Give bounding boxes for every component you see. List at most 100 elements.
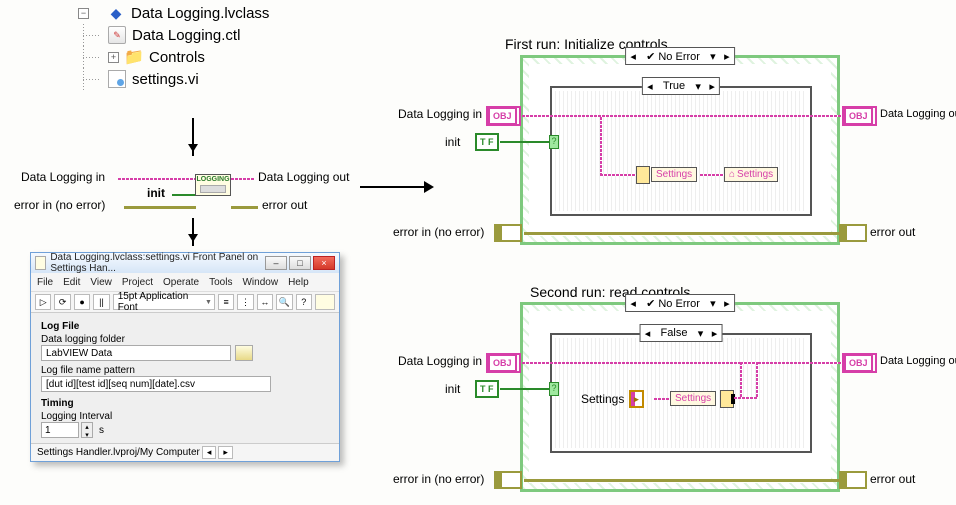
tree-item-ctl[interactable]: ✎ Data Logging.ctl <box>78 24 269 46</box>
selector-right-icon[interactable]: ▾ <box>706 297 720 310</box>
bd2-label-err-in: error in (no error) <box>393 472 484 486</box>
selector-right-icon[interactable]: ▾ <box>693 327 707 340</box>
selector-left-icon[interactable]: ◂ <box>643 80 657 93</box>
wire-icon <box>524 479 839 482</box>
font-selector[interactable]: 15pt Application Font <box>113 294 215 310</box>
ctl-icon: ✎ <box>108 26 126 44</box>
label-error-out: error out <box>262 198 307 212</box>
bd2-terminal-init[interactable]: T F <box>475 380 499 398</box>
selector-right-icon[interactable]: ▾ <box>691 80 705 93</box>
bd2-label-in-obj: Data Logging in <box>398 354 482 368</box>
vi-icon-button[interactable] <box>315 294 335 310</box>
align-button[interactable]: ≡ <box>218 294 234 310</box>
menu-tools[interactable]: Tools <box>209 277 232 288</box>
bd1-outer-selector[interactable]: ◂ ✔ No Error ▾ ▸ <box>625 47 735 65</box>
obj-border-icon <box>486 106 521 126</box>
wire-icon <box>654 398 670 400</box>
bd1-terminal-init[interactable]: T F <box>475 133 499 151</box>
menu-project[interactable]: Project <box>122 277 153 288</box>
statusbar: Settings Handler.lvproj/My Computer ◂ ▸ <box>31 443 339 461</box>
folder-path-field[interactable]: LabVIEW Data <box>41 345 231 361</box>
bd2-label-err-out: error out <box>870 472 915 486</box>
help-button[interactable]: ? <box>296 294 312 310</box>
wire-icon <box>231 178 255 180</box>
expander-icon[interactable]: + <box>108 52 119 63</box>
selector-next-icon[interactable]: ▸ <box>707 327 721 340</box>
bd1-terminal-err-out[interactable] <box>839 224 867 242</box>
wire-icon <box>756 362 758 398</box>
pause-button[interactable]: || <box>93 294 109 310</box>
folder-icon: 📁 <box>125 48 143 66</box>
label-interval: Logging Interval <box>41 411 329 422</box>
vi-icon <box>108 70 126 88</box>
label-folder: Data logging folder <box>41 334 329 345</box>
browse-folder-button[interactable] <box>235 345 253 361</box>
interval-spinner[interactable]: ▴▾ <box>81 422 93 438</box>
tree-item-class[interactable]: − ◆ Data Logging.lvclass <box>78 2 269 24</box>
unbundle-node[interactable] <box>636 166 650 184</box>
run-button[interactable]: ▷ <box>35 294 51 310</box>
interval-unit: s <box>99 425 104 436</box>
bd2-terminal-err-out[interactable] <box>839 471 867 489</box>
menu-help[interactable]: Help <box>288 277 309 288</box>
arrowhead-icon <box>424 181 440 193</box>
wire-icon <box>500 141 550 143</box>
menu-file[interactable]: File <box>37 277 53 288</box>
menu-operate[interactable]: Operate <box>163 277 199 288</box>
status-nav-left[interactable]: ◂ <box>202 446 217 459</box>
maximize-button[interactable]: □ <box>289 256 311 270</box>
wire-icon <box>500 388 550 390</box>
expander-icon[interactable]: − <box>78 8 89 19</box>
toolbar: ▷ ⟳ ● || 15pt Application Font ≡ ⋮ ↔ 🔍 ? <box>31 291 339 313</box>
minimize-button[interactable]: – <box>265 256 287 270</box>
bd2-outer-selector[interactable]: ◂ ✔ No Error ▾ ▸ <box>625 294 735 312</box>
wire-icon <box>734 397 758 399</box>
tree-label: Controls <box>149 49 205 66</box>
selector-left-icon[interactable]: ◂ <box>626 297 640 310</box>
bd1-inner-case: ◂ True ▾ ▸ <box>550 86 812 216</box>
selector-left-icon[interactable]: ◂ <box>626 50 640 63</box>
wire-icon <box>600 174 636 176</box>
selector-left-icon[interactable]: ◂ <box>641 327 655 340</box>
selector-next-icon[interactable]: ▸ <box>720 50 734 63</box>
distribute-button[interactable]: ⋮ <box>237 294 253 310</box>
tree-label: settings.vi <box>132 71 199 88</box>
abort-button[interactable]: ● <box>74 294 90 310</box>
tree-item-controls-folder[interactable]: + 📁 Controls <box>78 46 269 68</box>
search-button[interactable]: 🔍 <box>276 294 292 310</box>
bd1-terminal-err-in[interactable] <box>494 224 522 242</box>
bd2-local-variable[interactable]: ▸ <box>629 390 644 408</box>
menu-view[interactable]: View <box>90 277 112 288</box>
cube-icon: ◆ <box>107 4 125 22</box>
settings-vi-node[interactable]: LOGGING <box>195 174 231 196</box>
bd2-label-init: init <box>445 382 460 396</box>
flow-arrow-icon <box>360 186 424 188</box>
bd2-inner-selector[interactable]: ◂ False ▾ ▸ <box>640 324 723 342</box>
selector-next-icon[interactable]: ▸ <box>705 80 719 93</box>
pattern-field[interactable]: [dut id][test id][seq num][date].csv <box>41 376 271 392</box>
interval-field[interactable]: 1 <box>41 422 79 438</box>
flow-arrow-icon <box>192 218 194 246</box>
bd2-bundle-item[interactable]: Settings <box>670 391 716 406</box>
close-button[interactable]: × <box>313 256 335 270</box>
tree-item-settings-vi[interactable]: settings.vi <box>78 68 269 90</box>
bd1-property-node[interactable]: ⌂Settings <box>724 167 778 182</box>
case-selector-terminal-icon: ? <box>549 135 559 149</box>
bd1-inner-selector[interactable]: ◂ True ▾ ▸ <box>642 77 720 95</box>
reorder-button[interactable]: ↔ <box>257 294 273 310</box>
menu-window[interactable]: Window <box>242 277 278 288</box>
selector-right-icon[interactable]: ▾ <box>706 50 720 63</box>
run-cont-button[interactable]: ⟳ <box>54 294 70 310</box>
front-panel-body: Log File Data logging folder LabVIEW Dat… <box>31 313 339 444</box>
status-nav-right[interactable]: ▸ <box>218 446 233 459</box>
bd1-label-err-in: error in (no error) <box>393 225 484 239</box>
bd2-label-out-obj: Data Logging out <box>880 355 956 367</box>
menu-edit[interactable]: Edit <box>63 277 80 288</box>
bundle-node[interactable] <box>720 390 734 408</box>
bd2-terminal-err-in[interactable] <box>494 471 522 489</box>
home-icon: ⌂ <box>729 169 735 180</box>
selector-next-icon[interactable]: ▸ <box>720 297 734 310</box>
bd2-local-label: Settings <box>581 392 624 406</box>
flow-arrow-icon <box>192 118 194 156</box>
bd1-unbundle-item[interactable]: Settings <box>651 167 697 182</box>
